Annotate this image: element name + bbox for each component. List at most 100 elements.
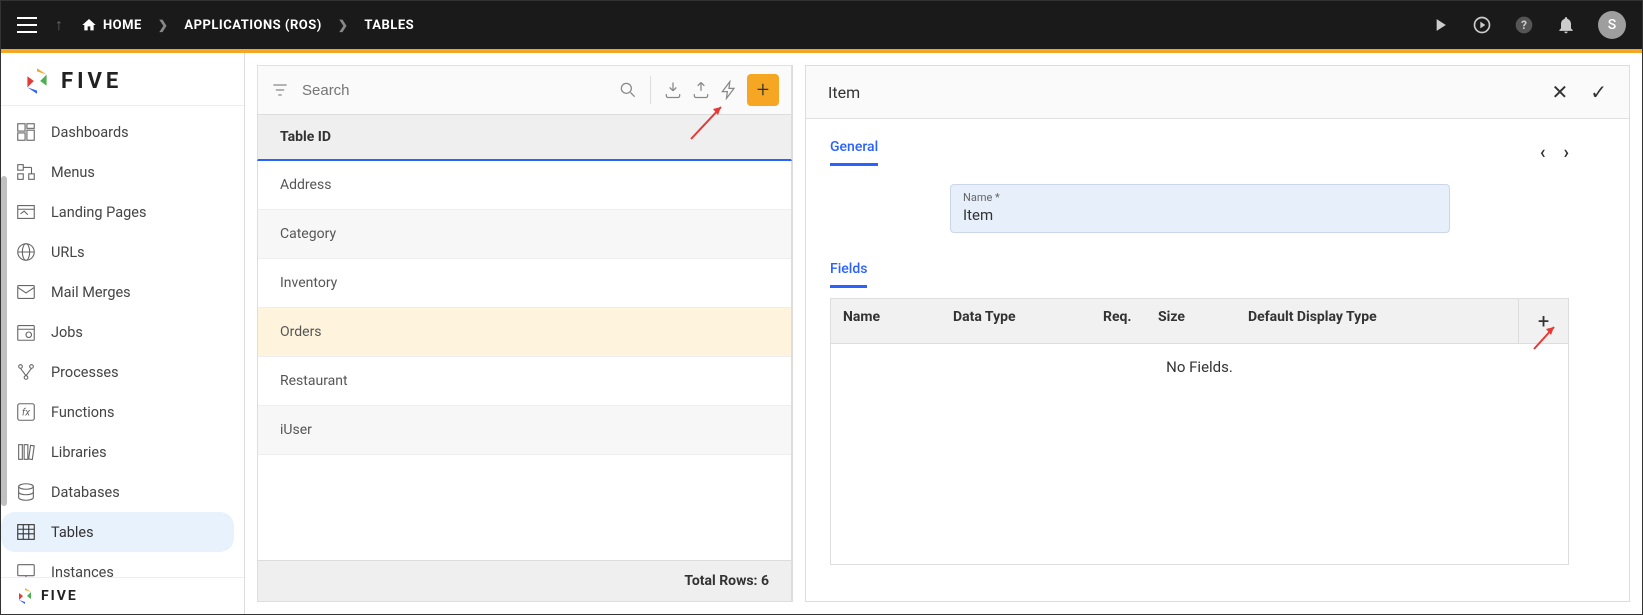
- sidebar-item-menus[interactable]: Menus: [1, 152, 234, 192]
- detail-body: General ‹ › Name * Item Fields Name Data…: [806, 119, 1629, 601]
- five-logo-icon: [21, 65, 53, 97]
- sidebar-item-processes[interactable]: Processes: [1, 352, 234, 392]
- table-row[interactable]: iUser: [258, 406, 791, 455]
- fields-table: Name Data Type Req. Size Default Display…: [830, 298, 1569, 565]
- breadcrumb-label: TABLES: [364, 18, 414, 33]
- breadcrumb-applications[interactable]: APPLICATIONS (ROS): [184, 18, 321, 33]
- nav-chevrons: ‹ ›: [1540, 142, 1569, 163]
- general-section-header: General ‹ ›: [830, 139, 1569, 166]
- breadcrumb-label: HOME: [103, 18, 142, 33]
- check-icon[interactable]: ✓: [1590, 80, 1607, 104]
- nav-list: Dashboards Menus Landing Pages URLs Mail…: [1, 106, 244, 577]
- avatar[interactable]: S: [1598, 11, 1626, 39]
- sidebar-item-jobs[interactable]: Jobs: [1, 312, 234, 352]
- sidebar-item-label: Tables: [51, 524, 94, 541]
- import-icon[interactable]: [663, 80, 683, 100]
- breadcrumb-home[interactable]: HOME: [81, 17, 142, 33]
- row-label: Orders: [280, 324, 322, 340]
- table-row[interactable]: Category: [258, 210, 791, 259]
- sidebar-item-instances[interactable]: Instances: [1, 552, 234, 577]
- main: FIVE Dashboards Menus Landing Pages URLs…: [1, 53, 1642, 614]
- filter-icon[interactable]: [270, 80, 290, 100]
- row-label: Restaurant: [280, 373, 348, 389]
- sidebar-item-label: Jobs: [51, 324, 83, 341]
- name-field[interactable]: Name * Item: [950, 184, 1450, 233]
- sidebar-item-mail-merges[interactable]: Mail Merges: [1, 272, 234, 312]
- topbar-right: ? S: [1430, 11, 1626, 39]
- close-icon[interactable]: ✕: [1551, 80, 1568, 104]
- table-icon: [15, 521, 37, 543]
- menus-icon: [15, 161, 37, 183]
- fields-tab[interactable]: Fields: [830, 261, 867, 288]
- sidebar-item-label: Landing Pages: [51, 204, 146, 221]
- function-icon: fx: [15, 401, 37, 423]
- breadcrumb-tables[interactable]: TABLES: [364, 18, 414, 33]
- add-field-button[interactable]: +: [1518, 299, 1568, 343]
- sidebar-item-tables[interactable]: Tables: [1, 512, 234, 552]
- col-data-type: Data Type: [941, 299, 1091, 343]
- sidebar-item-label: Functions: [51, 404, 114, 421]
- five-logo-icon: [15, 586, 35, 606]
- export-icon[interactable]: [691, 80, 711, 100]
- chevron-right-icon: ❯: [158, 18, 169, 32]
- detail-actions: ✕ ✓: [1551, 80, 1607, 104]
- database-icon: [15, 481, 37, 503]
- sidebar-item-dashboards[interactable]: Dashboards: [1, 112, 234, 152]
- list-body: Address Category Inventory Orders Restau…: [257, 161, 792, 560]
- sidebar-item-label: Processes: [51, 364, 119, 381]
- sidebar-item-functions[interactable]: fx Functions: [1, 392, 234, 432]
- row-label: Address: [280, 177, 331, 193]
- globe-icon: [15, 241, 37, 263]
- list-footer-text: Total Rows: 6: [684, 573, 769, 589]
- row-label: iUser: [280, 422, 312, 438]
- fields-tbody: No Fields.: [831, 344, 1568, 564]
- col-name: Name: [831, 299, 941, 343]
- sidebar-item-urls[interactable]: URLs: [1, 232, 234, 272]
- chevron-right-icon[interactable]: ›: [1564, 142, 1569, 163]
- footer-logo-text: FIVE: [41, 588, 78, 604]
- detail-header: Item ✕ ✓: [806, 66, 1629, 119]
- dashboard-icon: [15, 121, 37, 143]
- deploy-icon[interactable]: [1472, 15, 1492, 35]
- sidebar-item-label: Libraries: [51, 444, 107, 461]
- search-input[interactable]: [298, 76, 610, 105]
- bell-icon[interactable]: [1556, 15, 1576, 35]
- name-field-row: Name * Item: [950, 184, 1450, 233]
- general-tab[interactable]: General: [830, 139, 878, 166]
- sidebar-item-libraries[interactable]: Libraries: [1, 432, 234, 472]
- chevron-left-icon[interactable]: ‹: [1540, 142, 1546, 163]
- up-arrow-icon[interactable]: ↑: [55, 15, 63, 35]
- menu-icon[interactable]: [17, 17, 37, 33]
- list-panel: + Table ID Address Category Inventory Or…: [257, 65, 793, 602]
- process-icon: [15, 361, 37, 383]
- breadcrumb-label: APPLICATIONS (ROS): [184, 18, 321, 33]
- add-button[interactable]: +: [747, 74, 779, 106]
- sidebar-item-landing-pages[interactable]: Landing Pages: [1, 192, 234, 232]
- topbar: ↑ HOME ❯ APPLICATIONS (ROS) ❯ TABLES ? S: [1, 1, 1642, 49]
- table-row[interactable]: Inventory: [258, 259, 791, 308]
- play-icon[interactable]: [1430, 15, 1450, 35]
- table-row[interactable]: Address: [258, 161, 791, 210]
- lightning-icon[interactable]: [719, 80, 739, 100]
- help-icon[interactable]: ?: [1514, 15, 1534, 35]
- fields-thead: Name Data Type Req. Size Default Display…: [831, 299, 1568, 344]
- svg-text:fx: fx: [22, 407, 30, 419]
- instances-icon: [15, 561, 37, 577]
- calendar-icon: [15, 321, 37, 343]
- name-field-label: Name *: [963, 191, 1437, 204]
- sidebar-item-databases[interactable]: Databases: [1, 472, 234, 512]
- topbar-left: ↑ HOME ❯ APPLICATIONS (ROS) ❯ TABLES: [17, 15, 414, 35]
- breadcrumb: HOME ❯ APPLICATIONS (ROS) ❯ TABLES: [81, 17, 414, 33]
- table-row[interactable]: Orders: [258, 308, 791, 357]
- chevron-right-icon: ❯: [338, 18, 349, 32]
- col-req: Req.: [1091, 299, 1146, 343]
- col-size: Size: [1146, 299, 1236, 343]
- sidebar-item-label: Dashboards: [51, 124, 129, 141]
- list-header: Table ID: [257, 114, 792, 161]
- landing-icon: [15, 201, 37, 223]
- scrollbar[interactable]: [1, 176, 7, 506]
- fields-section: Fields Name Data Type Req. Size Default …: [830, 261, 1569, 565]
- search-icon[interactable]: [618, 80, 638, 100]
- row-label: Category: [280, 226, 336, 242]
- table-row[interactable]: Restaurant: [258, 357, 791, 406]
